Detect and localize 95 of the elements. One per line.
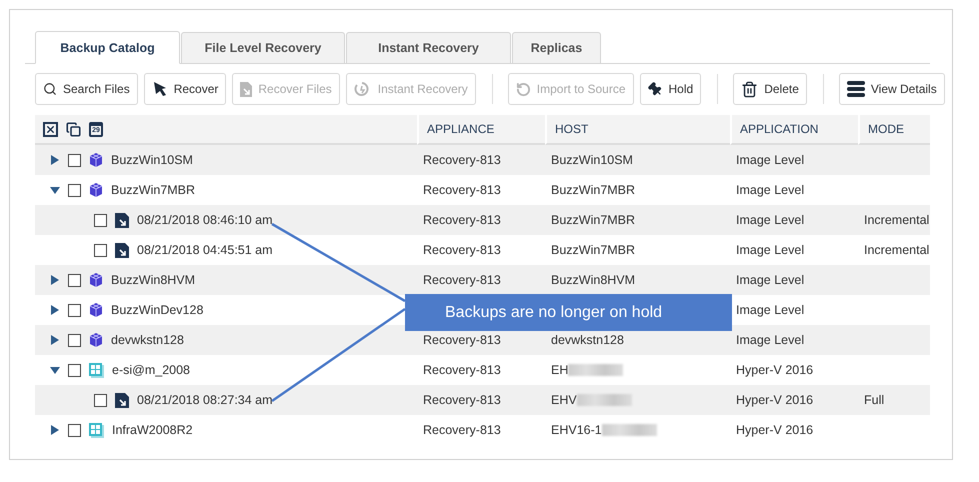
application-type: Hyper-V 2016 <box>736 423 814 437</box>
table-row[interactable]: BuzzWin8HVM Recovery-813 BuzzWin8HVM Image Level <box>35 265 930 295</box>
cube-icon <box>89 273 103 287</box>
window-icon <box>89 422 104 438</box>
appliance-name: Recovery-813 <box>423 393 501 407</box>
table-row[interactable]: BuzzWin10SM Recovery-813 BuzzWin10SM Image Level <box>35 145 930 175</box>
application-type: Hyper-V 2016 <box>736 363 814 377</box>
host-name: BuzzWin7MBR <box>551 183 636 197</box>
checkbox[interactable] <box>94 214 107 226</box>
checkbox[interactable] <box>68 274 81 286</box>
host-name: BuzzWin8HVM <box>551 273 636 287</box>
host-name: BuzzWin10SM <box>551 153 633 167</box>
appliance-name: Recovery-813 <box>423 363 501 377</box>
host-name: devwkstn128 <box>551 333 624 347</box>
application-type: Image Level <box>736 213 804 227</box>
toolbar-button[interactable]: Delete <box>733 73 807 105</box>
expand-arrow-icon[interactable] <box>50 305 60 315</box>
checkbox[interactable] <box>68 184 81 196</box>
host-name: BuzzWin7MBR <box>551 213 636 227</box>
refresh-icon <box>516 82 531 96</box>
backup-timestamp: 08/21/2018 08:46:10 am <box>137 213 273 227</box>
appliance-name: Recovery-813 <box>423 183 501 197</box>
table-row[interactable]: devwkstn128 Recovery-813 devwkstn128 Image Level <box>35 325 930 355</box>
machine-name: e-si@m_2008 <box>112 363 190 377</box>
checkbox[interactable] <box>68 364 81 376</box>
cube-icon <box>89 183 103 197</box>
list-icon <box>846 81 865 97</box>
column-header[interactable]: APPLIANCE <box>417 115 545 145</box>
machine-name: BuzzWin8HVM <box>111 273 196 287</box>
column-header[interactable]: APPLICATION <box>730 115 858 145</box>
application-type: Hyper-V 2016 <box>736 393 814 407</box>
host-name: EHV <box>551 393 577 407</box>
tab[interactable]: Replicas <box>512 32 601 63</box>
window-icon <box>89 362 104 378</box>
checkbox[interactable] <box>68 154 81 166</box>
checkbox[interactable] <box>68 424 81 436</box>
machine-name: InfraW2008R2 <box>112 423 193 437</box>
callout-message: Backups are no longer on hold <box>405 294 732 331</box>
host-name: BuzzWin7MBR <box>551 243 636 257</box>
document-arrow-icon <box>115 392 129 408</box>
application-type: Image Level <box>736 153 804 167</box>
machine-name: BuzzWin7MBR <box>111 183 196 197</box>
expand-arrow-icon[interactable] <box>50 425 60 435</box>
backup-timestamp: 08/21/2018 04:45:51 am <box>137 243 273 257</box>
close-box-icon[interactable] <box>43 122 58 136</box>
appliance-name: Recovery-813 <box>423 213 501 227</box>
expand-arrow-icon[interactable] <box>50 275 60 285</box>
backup-mode: Incremental <box>864 213 930 227</box>
trash-icon <box>741 80 758 98</box>
search-icon <box>43 82 57 96</box>
document-arrow-icon <box>115 212 129 228</box>
checkbox[interactable] <box>94 394 107 406</box>
checkbox[interactable] <box>68 334 81 346</box>
tab[interactable]: File Level Recovery <box>181 32 345 63</box>
appliance-name: Recovery-813 <box>423 153 501 167</box>
machine-name: BuzzWinDev128 <box>111 303 204 317</box>
toolbar-button[interactable]: Recover <box>144 73 226 105</box>
collapse-arrow-icon[interactable] <box>50 185 60 195</box>
document-arrow-icon <box>115 242 129 258</box>
application-type: Image Level <box>736 183 804 197</box>
expand-arrow-icon[interactable] <box>50 155 60 165</box>
toolbar-button[interactable]: View Details <box>838 73 945 105</box>
application-type: Image Level <box>736 333 804 347</box>
expand-arrow-icon[interactable] <box>50 335 60 345</box>
application-type: Image Level <box>736 243 804 257</box>
backup-mode: Incremental <box>864 243 930 257</box>
tab[interactable]: Instant Recovery <box>346 32 511 63</box>
cube-icon <box>89 303 103 317</box>
cursor-icon <box>152 81 168 97</box>
table-row[interactable]: 08/21/2018 08:46:10 am Recovery-813 BuzzWin7MBR Image Level Incremental <box>35 205 930 235</box>
appliance-name: Recovery-813 <box>423 243 501 257</box>
document-icon <box>240 82 252 96</box>
copy-icon[interactable] <box>66 122 81 136</box>
table-row[interactable]: 08/21/2018 08:27:34 am Recovery-813 EHV Hyper-V 2016 Full <box>35 385 930 415</box>
collapse-arrow-icon[interactable] <box>50 365 60 375</box>
column-header[interactable]: MODE <box>858 115 930 145</box>
appliance-name: Recovery-813 <box>423 423 501 437</box>
host-name: EHV16-1 <box>551 423 602 437</box>
appliance-name: Recovery-813 <box>423 273 501 287</box>
cube-icon <box>89 153 103 167</box>
machine-name: BuzzWin10SM <box>111 153 193 167</box>
application-type: Image Level <box>736 303 804 317</box>
cube-icon <box>89 333 103 347</box>
backup-timestamp: 08/21/2018 08:27:34 am <box>137 393 273 407</box>
application-type: Image Level <box>736 273 804 287</box>
tab[interactable]: Backup Catalog <box>35 31 180 64</box>
column-header[interactable]: HOST <box>545 115 730 145</box>
toolbar-button[interactable]: Search Files <box>35 73 138 105</box>
backup-mode: Full <box>864 393 884 407</box>
machine-name: devwkstn128 <box>111 333 184 347</box>
toolbar-button[interactable]: Hold <box>640 73 702 105</box>
appliance-name: Recovery-813 <box>423 333 501 347</box>
checkbox[interactable] <box>94 244 107 256</box>
checkbox[interactable] <box>68 304 81 316</box>
host-name: EH <box>551 363 568 377</box>
